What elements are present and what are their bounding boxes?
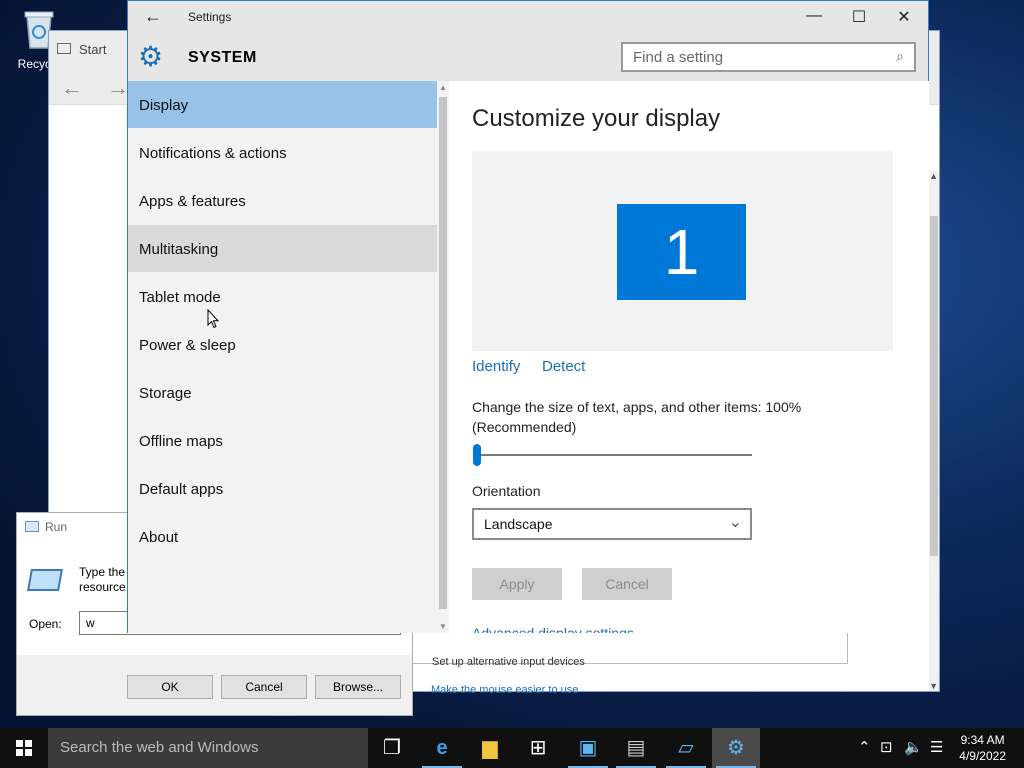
- run-program-icon: [27, 569, 63, 591]
- settings-app-icon[interactable]: ⚙: [712, 728, 760, 768]
- scroll-down-icon[interactable]: ▼: [929, 681, 938, 691]
- chevron-down-icon: ⌄: [728, 514, 742, 531]
- clock-date: 4/9/2022: [959, 749, 1006, 763]
- gear-icon: ⚙: [138, 41, 164, 72]
- file-explorer-icon[interactable]: ▆: [466, 728, 514, 768]
- settings-titlebar[interactable]: ← Settings — ☐ ✕: [128, 1, 928, 33]
- run-open-label: Open:: [29, 617, 62, 631]
- nav-item-about[interactable]: About: [128, 513, 437, 560]
- scroll-up-icon[interactable]: ▲: [439, 83, 447, 92]
- orientation-label: Orientation: [472, 483, 541, 499]
- scroll-up-icon[interactable]: ▲: [929, 171, 938, 181]
- mouse-cursor-icon: [207, 309, 219, 329]
- windows-logo-icon: [16, 740, 32, 756]
- nav-scroll-thumb[interactable]: [439, 97, 447, 609]
- start-title: Start: [79, 42, 107, 57]
- task-view-icon[interactable]: ❐: [368, 728, 416, 768]
- search-icon[interactable]: ⌕: [896, 48, 920, 65]
- settings-content: Customize your display 1 Identify Detect…: [449, 81, 929, 633]
- settings-window[interactable]: ← Settings — ☐ ✕ ⚙ SYSTEM Find a setting…: [127, 0, 929, 633]
- run-ok-button[interactable]: OK: [127, 675, 213, 699]
- nav-item-tablet-mode[interactable]: Tablet mode: [128, 273, 437, 320]
- close-icon[interactable]: ✕: [894, 7, 914, 27]
- edge-icon[interactable]: e: [418, 728, 466, 768]
- content-title: Customize your display: [472, 105, 721, 132]
- action-center-icon[interactable]: ☰: [930, 728, 943, 768]
- clock-time: 9:34 AM: [960, 733, 1005, 747]
- advanced-display-link[interactable]: Advanced display settings: [472, 625, 634, 633]
- run-description: Type the resource,: [79, 565, 129, 595]
- network-icon[interactable]: ⊡: [880, 728, 893, 768]
- search-input[interactable]: Find a setting: [621, 42, 916, 72]
- settings-nav: Display Notifications & actions Apps & f…: [128, 81, 437, 633]
- behind-panel-text: Set up alternative input devices: [432, 656, 585, 668]
- cancel-button[interactable]: Cancel: [582, 568, 672, 600]
- scale-slider-thumb[interactable]: [473, 444, 481, 466]
- page-title: SYSTEM: [188, 49, 257, 66]
- scale-slider-track[interactable]: [477, 454, 752, 456]
- tools-icon[interactable]: ▤: [612, 728, 660, 768]
- nav-item-default-apps[interactable]: Default apps: [128, 465, 437, 512]
- run-title: Run: [45, 520, 68, 534]
- nav-item-multitasking[interactable]: Multitasking: [128, 225, 437, 272]
- orientation-select[interactable]: Landscape ⌄: [472, 508, 752, 540]
- taskbar: Search the web and Windows ❐ e ▆ ⊞ ▣ ▤ ▱…: [0, 728, 1024, 768]
- store-icon[interactable]: ⊞: [514, 728, 562, 768]
- run-desc-line1: Type the: [79, 565, 126, 579]
- server-manager-icon[interactable]: ▣: [564, 728, 612, 768]
- scroll-down-icon[interactable]: ▼: [439, 622, 447, 631]
- volume-muted-icon[interactable]: 🔈: [904, 728, 923, 768]
- chevron-up-icon[interactable]: ⌃: [858, 728, 871, 768]
- forward-arrow-icon[interactable]: →: [107, 75, 129, 101]
- nav-item-power-sleep[interactable]: Power & sleep: [128, 321, 437, 368]
- start-button[interactable]: [0, 728, 48, 768]
- minimize-icon[interactable]: —: [804, 7, 824, 25]
- nav-item-offline-maps[interactable]: Offline maps: [128, 417, 437, 464]
- taskbar-clock[interactable]: 9:34 AM 4/9/2022: [959, 732, 1006, 764]
- nav-item-apps-features[interactable]: Apps & features: [128, 177, 437, 224]
- maximize-icon[interactable]: ☐: [849, 7, 869, 27]
- taskbar-search[interactable]: Search the web and Windows: [48, 728, 368, 768]
- apply-button[interactable]: Apply: [472, 568, 562, 600]
- back-arrow-icon[interactable]: ←: [144, 6, 162, 27]
- scale-label-line1: Change the size of text, apps, and other…: [472, 399, 802, 415]
- detect-link[interactable]: Detect: [542, 358, 585, 375]
- start-scroll-thumb[interactable]: [930, 216, 938, 556]
- orientation-value: Landscape: [484, 516, 553, 532]
- run-desc-line2: resource,: [79, 580, 130, 594]
- run-browse-button[interactable]: Browse...: [315, 675, 401, 699]
- run-title-icon: [25, 521, 39, 532]
- identify-link[interactable]: Identify: [472, 358, 520, 375]
- nav-scrollbar[interactable]: ▲ ▼: [437, 81, 449, 633]
- settings-title: Settings: [188, 10, 232, 24]
- run-app-icon[interactable]: ▱: [662, 728, 710, 768]
- monitor-preview: 1: [472, 151, 893, 351]
- back-arrow-icon[interactable]: ←: [61, 75, 83, 101]
- nav-item-display[interactable]: Display: [128, 81, 437, 128]
- scale-label-line2: (Recommended): [472, 419, 577, 435]
- run-cancel-button[interactable]: Cancel: [221, 675, 307, 699]
- scale-label: Change the size of text, apps, and other…: [472, 397, 801, 437]
- window-icon: [57, 43, 71, 54]
- nav-item-storage[interactable]: Storage: [128, 369, 437, 416]
- behind-panel-link[interactable]: Make the mouse easier to use: [431, 684, 578, 696]
- settings-header: ⚙ SYSTEM Find a setting ⌕: [128, 33, 928, 81]
- monitor-1[interactable]: 1: [617, 204, 746, 300]
- nav-item-notifications[interactable]: Notifications & actions: [128, 129, 437, 176]
